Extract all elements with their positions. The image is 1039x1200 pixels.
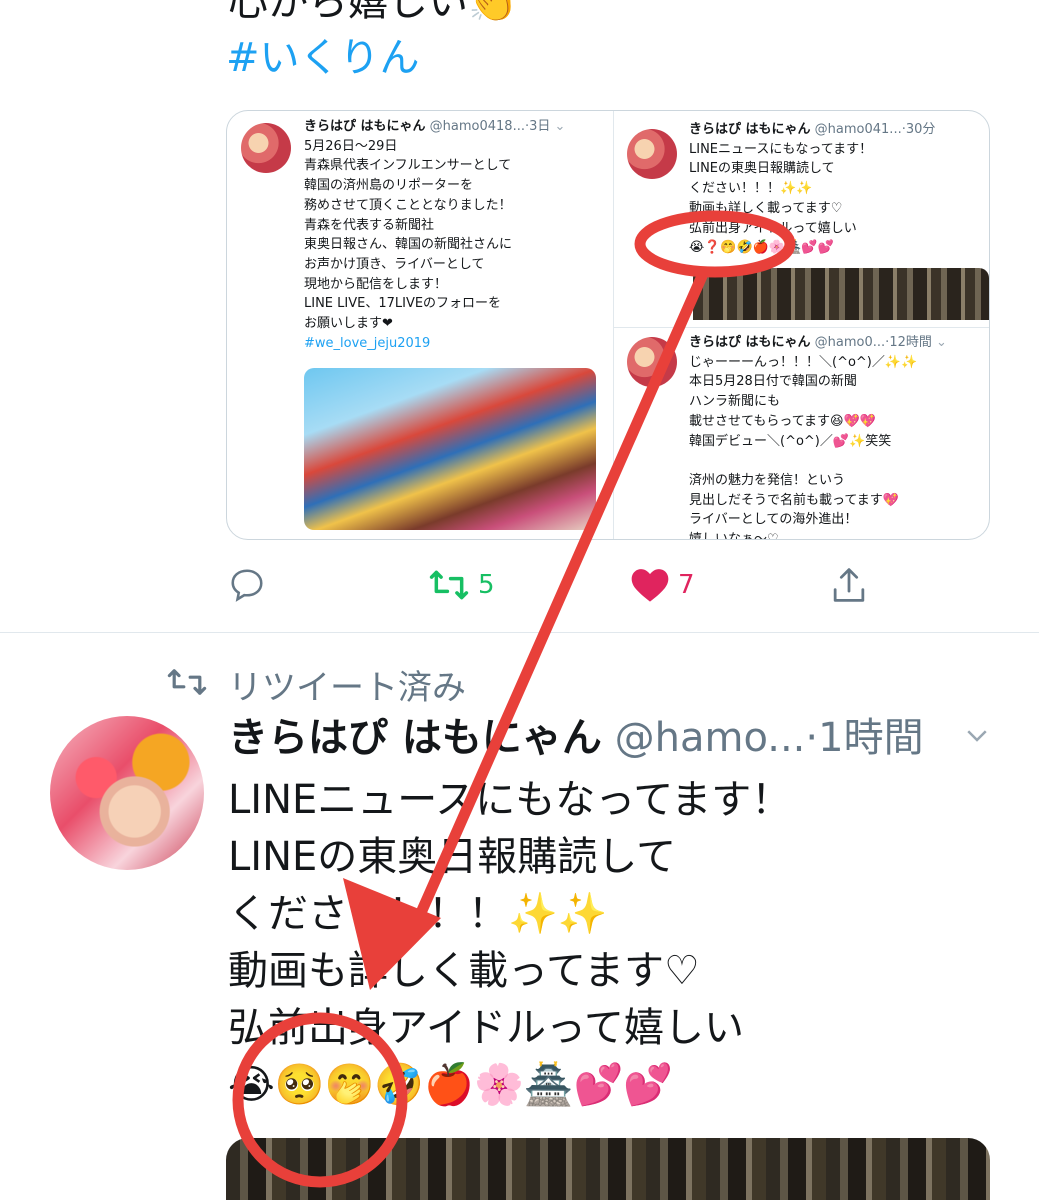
mini-line: 韓国デビュー＼(^o^)／💕✨笑笑 [689, 433, 892, 449]
mini-avatar [241, 123, 291, 173]
mini-time: 30分 [905, 122, 936, 137]
mini-line: LINEニュースにもなってます！ [689, 141, 873, 157]
mini-line: 東奥日報さん、韓国の新聞社さんに [304, 237, 513, 253]
mini-time: 12時間 [889, 335, 932, 350]
mini-line: ハンラ新聞にも [689, 394, 781, 410]
mini-name: きらはぴ はもにゃん [304, 119, 426, 134]
mini-line: ください！！！✨✨ [689, 181, 813, 197]
mini-line: 弘前出身アイドルって嬉しい [689, 220, 857, 236]
card-divider-vertical [613, 111, 614, 539]
mini-handle: @hamo041... [814, 122, 902, 137]
mini-line: LINE LIVE、17LIVEのフォローを [304, 296, 502, 312]
mini-line: 本日5月28日付で韓国の新聞 [689, 374, 857, 390]
mini-line: 😭❓🤭🤣🍎🌸🏯💕💕 [689, 240, 834, 256]
mini-name: きらはぴ はもにゃん [689, 122, 811, 137]
mini-line: 5月26日〜29日 [304, 138, 398, 154]
retweet-icon [429, 570, 469, 600]
chevron-down-icon: ⌄ [936, 335, 947, 350]
festival-photo [304, 368, 596, 530]
retweet-indicator-icon [166, 666, 208, 702]
share-button[interactable] [830, 565, 868, 605]
chevron-down-icon: ⌄ [554, 119, 566, 134]
chevron-down-icon[interactable] [962, 720, 992, 754]
mini-avatar [627, 337, 677, 387]
mini-line [689, 451, 947, 471]
embedded-image-card[interactable]: きらはぴ はもにゃん @hamo0418...·3日 ⌄ 5月26日〜29日 青… [226, 110, 990, 540]
tweet-line: 😭🥺🤭🤣🍎🌸🏯💕💕 [228, 1062, 674, 1108]
forest-photo[interactable] [226, 1138, 990, 1200]
mini-line: 青森県代表インフルエンサーとして [304, 158, 512, 174]
mini-line: 載せさせてもらってます😆💖💖 [689, 413, 876, 429]
mini-tweet-right-bottom: きらはぴ はもにゃん @hamo0...·12時間 ⌄ じゃーーーんっ！！！＼(… [689, 333, 947, 540]
display-name[interactable]: きらはぴ はもにゃん [228, 715, 602, 761]
mini-line: 務めさせて頂くこととなりました！ [304, 197, 512, 213]
mini-line: 見出しだそうで名前も載ってます💖 [689, 492, 899, 508]
user-handle[interactable]: @hamo... [615, 715, 806, 761]
mini-line: 韓国の済州島のリポーターを [304, 178, 474, 194]
mini-line: 現地から配信をします！ [304, 276, 448, 292]
mini-tweet-right-top: きらはぴ はもにゃん @hamo041...·30分 LINEニュースにもなって… [689, 120, 935, 258]
mini-line: 動画も詳しく載ってます♡ [689, 200, 843, 216]
tweet-line: 弘前出身アイドルって嬉しい [228, 1005, 744, 1051]
mini-line: じゃーーーんっ！！！＼(^o^)／✨✨ [689, 354, 918, 370]
card-divider-horizontal [613, 327, 989, 328]
avatar[interactable] [50, 716, 204, 870]
like-count: 7 [678, 570, 695, 600]
mini-time: 3日 [529, 119, 551, 134]
tweet-line: LINEの東奥日報購読して [228, 834, 677, 880]
mini-line: ライバーとしての海外進出！ [689, 512, 858, 528]
mini-line: LINEの東奥日報購読して [689, 161, 835, 177]
tweet-text: LINEニュースにもなってます！ LINEの東奥日報購読して ください！！！✨✨… [228, 772, 791, 1114]
mini-line: 青森を代表する新聞社 [304, 217, 435, 233]
heart-icon [631, 569, 669, 602]
tweet-line: 動画も詳しく載ってます♡ [228, 948, 700, 994]
tweet-line: LINEニュースにもなってます！ [228, 777, 792, 823]
mini-hashtag: #we_love_jeju2019 [304, 335, 431, 351]
retweeted-label: リツイート済み [228, 668, 466, 708]
mini-line: 済州の魅力を発信！という [689, 472, 846, 488]
mini-line: 嬉しいなぁ〜♡ [689, 532, 779, 540]
share-icon [833, 568, 865, 602]
retweet-button[interactable]: 5 [428, 565, 495, 605]
mini-avatar [627, 129, 677, 179]
tweet-header: きらはぴ はもにゃん @hamo...·1時間 [228, 714, 924, 762]
mini-line: お声かけ頂き、ライバーとして [304, 256, 485, 272]
retweet-count: 5 [478, 570, 495, 600]
tweet-line: ください！！！✨✨ [228, 891, 608, 937]
mini-line: お願いします❤ [304, 316, 393, 332]
reply-button[interactable] [228, 565, 266, 605]
hashtag-link[interactable]: #いくりん [226, 34, 420, 82]
mini-tweet-left: きらはぴ はもにゃん @hamo0418...·3日 ⌄ 5月26日〜29日 青… [304, 117, 565, 353]
tweet-divider [0, 632, 1039, 633]
mini-handle: @hamo0... [814, 335, 886, 350]
forest-photo-thumbnail [693, 268, 989, 320]
mini-handle: @hamo0418... [429, 119, 525, 134]
reply-icon [231, 569, 263, 602]
tweet-text-line: 心から嬉しい👏 [228, 0, 518, 25]
mini-name: きらはぴ はもにゃん [689, 335, 811, 350]
tweet-time: ·1時間 [805, 715, 924, 761]
like-button[interactable]: 7 [630, 565, 695, 605]
